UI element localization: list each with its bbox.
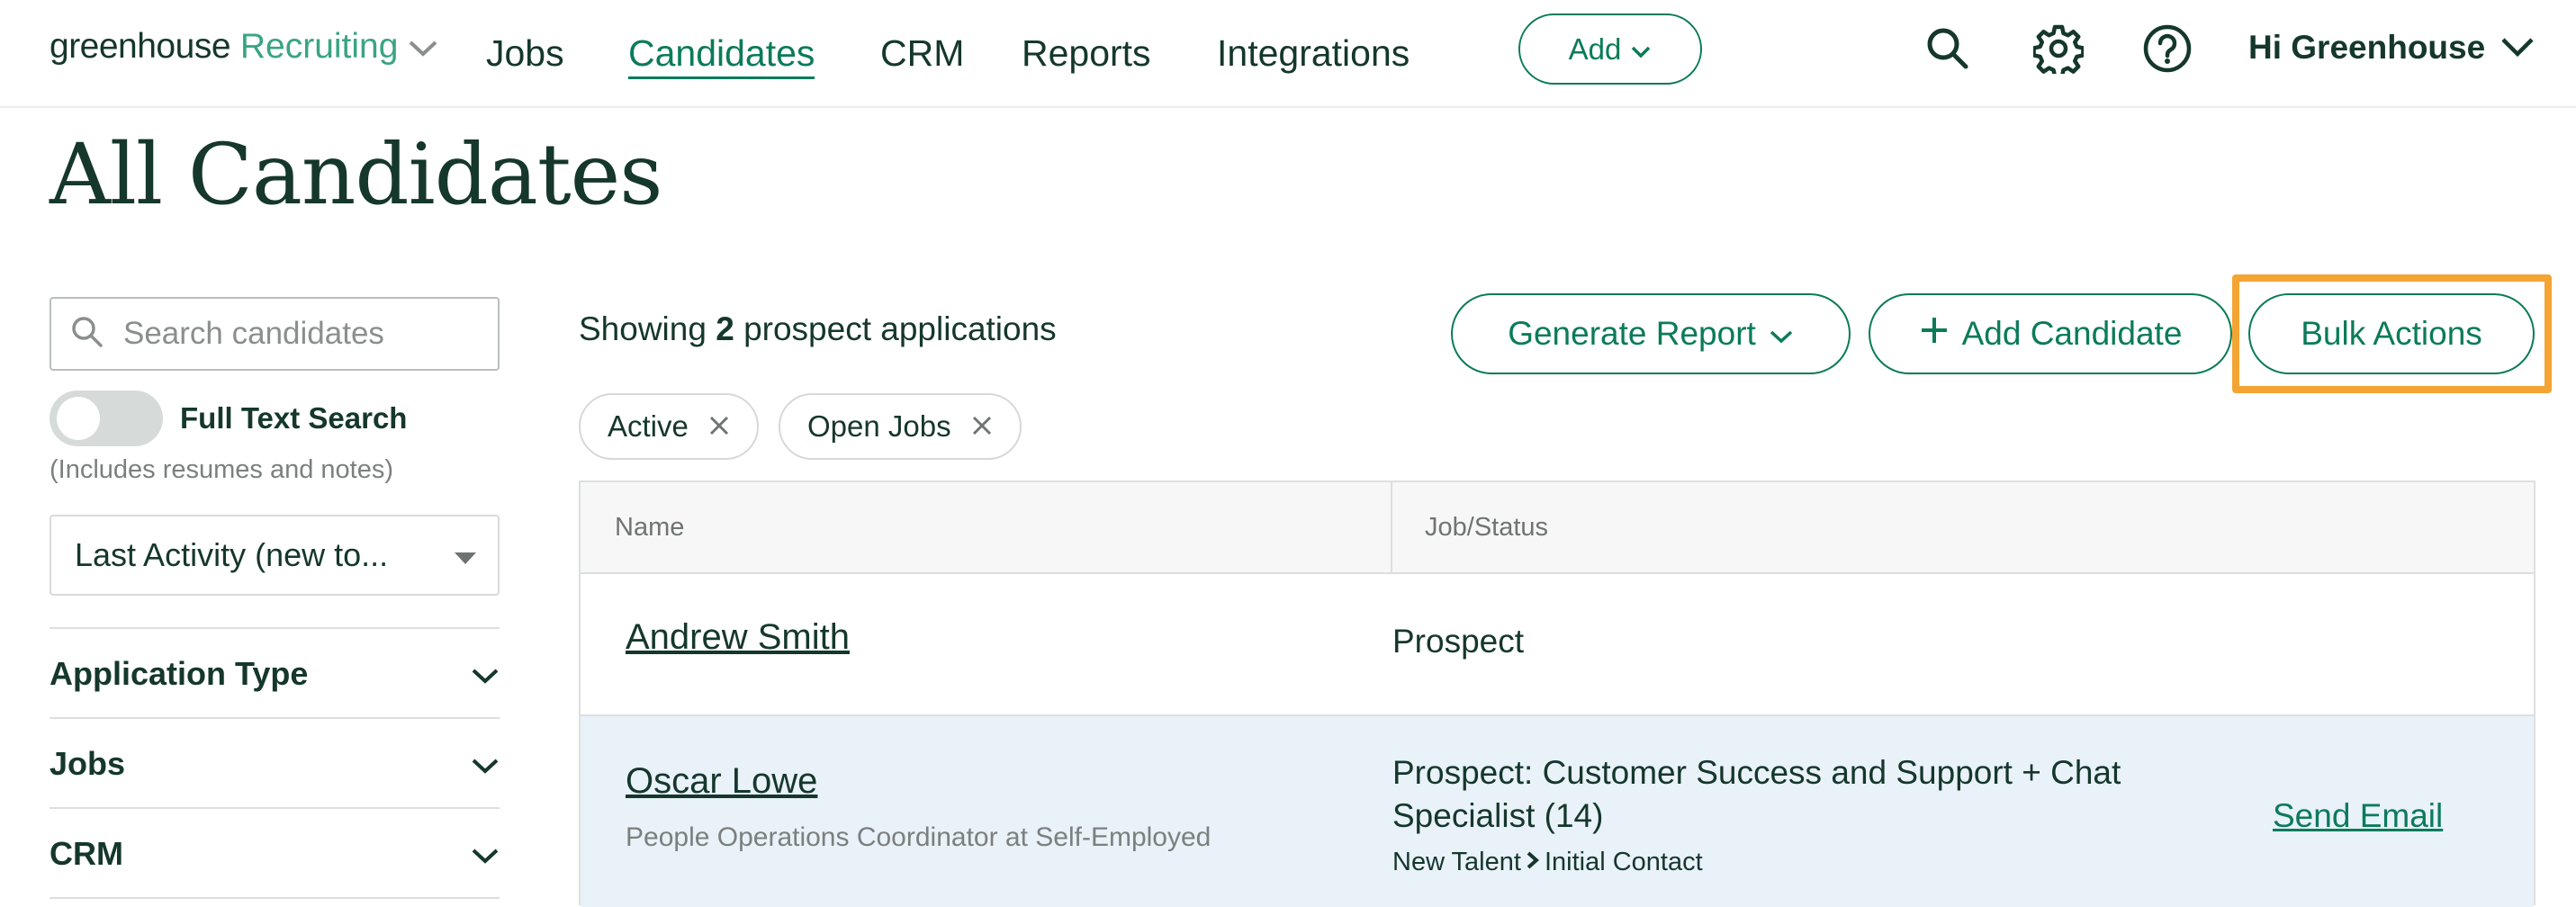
user-menu[interactable]: Hi Greenhouse: [2248, 29, 2535, 67]
candidates-table: Name Job/Status Andrew Smith Prospect Os…: [579, 480, 2535, 907]
chevron-right-icon: [1525, 848, 1541, 877]
facet-label: Application Type: [50, 655, 309, 692]
column-divider: [1391, 482, 1392, 572]
search-icon[interactable]: [1921, 22, 1975, 76]
sidebar-divider: [50, 717, 500, 719]
brand-name: greenhouse: [50, 27, 231, 66]
facet-jobs[interactable]: Jobs: [50, 721, 500, 807]
sidebar-divider: [50, 807, 500, 809]
search-candidates-input[interactable]: [122, 315, 485, 353]
nav-candidates[interactable]: Candidates: [628, 32, 815, 79]
column-header-name[interactable]: Name: [615, 513, 684, 543]
results-prefix: Showing: [579, 310, 707, 347]
table-row: Oscar Lowe People Operations Coordinator…: [581, 716, 2534, 907]
chevron-down-icon: [408, 27, 438, 67]
table-row: Andrew Smith Prospect: [581, 574, 2534, 716]
candidate-name-link[interactable]: Andrew Smith: [626, 617, 850, 658]
caret-down-icon: [453, 536, 478, 574]
candidate-status: Prospect: [1392, 623, 1525, 660]
plus-icon: [1919, 315, 1950, 354]
user-greeting: Hi Greenhouse: [2248, 29, 2486, 66]
candidate-name-link[interactable]: Oscar Lowe: [626, 761, 817, 802]
candidate-status-line1: Prospect: Customer Success and Support +…: [1392, 754, 2121, 791]
full-text-search-label: Full Text Search: [180, 401, 408, 435]
search-icon: [69, 314, 105, 355]
add-button[interactable]: Add: [1518, 13, 1702, 85]
chevron-down-icon: [471, 745, 500, 783]
results-suffix: prospect applications: [743, 310, 1057, 347]
bulk-actions-highlight: [2232, 274, 2552, 393]
full-text-search-toggle[interactable]: [50, 391, 163, 446]
nav-integrations[interactable]: Integrations: [1217, 32, 1410, 75]
results-summary: Showing 2 prospect applications: [579, 310, 1057, 348]
facet-application-type[interactable]: Application Type: [50, 631, 500, 717]
close-icon[interactable]: [708, 409, 730, 444]
column-header-job-status[interactable]: Job/Status: [1425, 513, 1548, 543]
filter-chip-label: Open Jobs: [807, 409, 951, 443]
facet-crm[interactable]: CRM: [50, 811, 500, 897]
filter-chip-open-jobs[interactable]: Open Jobs: [779, 393, 1022, 460]
gear-icon[interactable]: [2031, 22, 2085, 76]
stage-to: Initial Contact: [1544, 848, 1703, 876]
add-candidate-label: Add Candidate: [1961, 315, 2183, 352]
sort-select[interactable]: Last Activity (new to...: [50, 515, 500, 596]
candidate-subtitle: People Operations Coordinator at Self-Em…: [626, 822, 1211, 852]
chevron-down-icon: [1630, 32, 1652, 67]
filter-chip-active[interactable]: Active: [579, 393, 759, 460]
help-icon[interactable]: [2140, 22, 2194, 76]
generate-report-label: Generate Report: [1508, 315, 1756, 352]
brand-product: Recruiting: [239, 27, 399, 66]
add-button-label: Add: [1568, 31, 1622, 66]
brand-logo[interactable]: greenhouse Recruiting: [50, 27, 438, 67]
candidate-stage: New Talent Initial Contact: [1392, 848, 1703, 877]
page-title: All Candidates: [50, 126, 662, 224]
results-count: 2: [716, 310, 734, 347]
chevron-down-icon: [471, 835, 500, 873]
close-icon[interactable]: [971, 409, 993, 444]
chevron-down-icon: [2499, 29, 2535, 67]
chevron-down-icon: [1769, 315, 1794, 353]
add-candidate-button[interactable]: Add Candidate: [1869, 293, 2232, 374]
search-candidates-field[interactable]: [50, 297, 500, 371]
facet-label: CRM: [50, 835, 123, 872]
nav-jobs[interactable]: Jobs: [486, 32, 564, 75]
facet-label: Jobs: [50, 745, 126, 782]
chevron-down-icon: [471, 655, 500, 693]
sidebar-divider: [50, 897, 500, 899]
generate-report-button[interactable]: Generate Report: [1451, 293, 1851, 374]
nav-crm[interactable]: CRM: [880, 32, 964, 75]
table-header: Name Job/Status: [581, 482, 2534, 574]
sort-select-value: Last Activity (new to...: [75, 536, 389, 573]
nav-reports[interactable]: Reports: [1022, 32, 1151, 75]
candidate-status-line2: Specialist (14): [1392, 797, 1604, 834]
sidebar-divider: [50, 627, 500, 629]
send-email-link[interactable]: Send Email: [2273, 797, 2443, 835]
stage-from: New Talent: [1392, 848, 1521, 876]
filter-chip-label: Active: [608, 409, 689, 443]
full-text-search-note: (Includes resumes and notes): [50, 455, 394, 484]
toggle-knob: [57, 397, 100, 440]
